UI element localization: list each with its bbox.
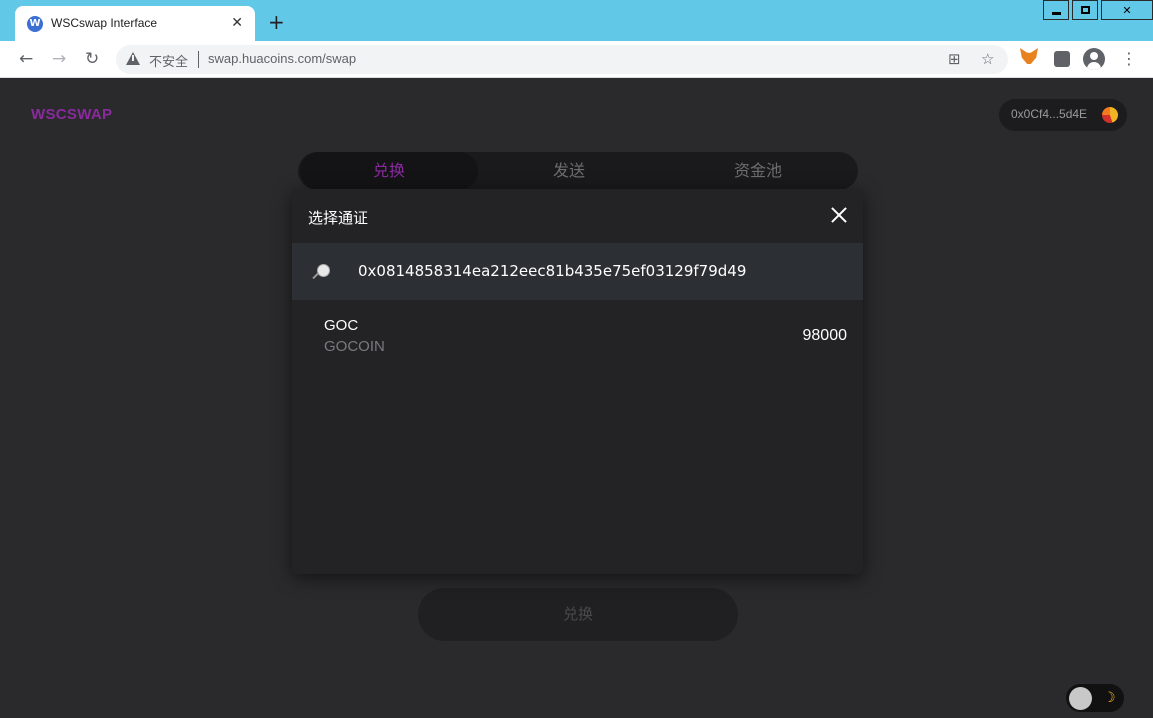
close-icon[interactable] xyxy=(829,205,849,225)
tab-pool[interactable]: 资金池 xyxy=(660,152,856,190)
browser-tab-strip: W WSCswap Interface ✕ + ✕ xyxy=(0,0,1153,41)
token-name: GOCOIN xyxy=(324,338,385,355)
avatar-shape xyxy=(1083,48,1105,70)
close-window-button[interactable]: ✕ xyxy=(1101,0,1153,20)
warning-icon-mark xyxy=(132,55,134,61)
theme-toggle[interactable]: ☽ xyxy=(1066,684,1124,712)
new-tab-button[interactable]: + xyxy=(268,12,285,32)
security-label[interactable]: 不安全 xyxy=(149,51,188,70)
reload-button[interactable]: ↻ xyxy=(85,49,99,69)
forward-button[interactable]: → xyxy=(52,49,66,69)
profile-avatar-icon[interactable] xyxy=(1083,48,1105,70)
minimize-icon xyxy=(1051,11,1061,15)
app-logo[interactable]: WSCSWAP xyxy=(31,106,112,123)
wallet-identicon-icon xyxy=(1102,107,1118,123)
token-search-input[interactable] xyxy=(344,253,844,289)
fox-shape xyxy=(1020,48,1038,64)
tab-title: WSCswap Interface xyxy=(51,16,158,30)
modal-title: 选择通证 xyxy=(308,209,369,227)
window-controls: ✕ xyxy=(1040,0,1153,20)
wallet-button[interactable]: 0x0Cf4...5d4E xyxy=(999,99,1127,131)
translate-icon[interactable]: ⊞ xyxy=(948,50,961,68)
token-balance: 98000 xyxy=(802,327,848,344)
puzzle-shape xyxy=(1054,51,1070,67)
minimize-button[interactable] xyxy=(1043,0,1069,20)
moon-icon: ☽ xyxy=(1103,690,1116,706)
wallet-address: 0x0Cf4...5d4E xyxy=(1011,107,1088,121)
metamask-fox-icon[interactable] xyxy=(1020,48,1038,64)
browser-tab[interactable]: W WSCswap Interface ✕ xyxy=(15,6,255,41)
browser-menu-icon[interactable]: ⋮ xyxy=(1121,49,1137,69)
address-bar[interactable]: 不安全 swap.huacoins.com/swap ⊞ ☆ xyxy=(116,45,1008,74)
url-separator xyxy=(198,51,199,68)
tab-swap[interactable]: 兑换 xyxy=(300,152,478,190)
theme-toggle-knob xyxy=(1069,687,1092,710)
token-list-item[interactable]: GOC GOCOIN 98000 xyxy=(292,313,863,363)
app-viewport: WSCSWAP 0x0Cf4...5d4E 兑换 发送 资金池 兑换 ☽ 选择通… xyxy=(0,78,1153,718)
browser-toolbar: ← → ↻ 不安全 swap.huacoins.com/swap ⊞ ☆ ⋮ xyxy=(0,41,1153,78)
bookmark-star-icon[interactable]: ☆ xyxy=(981,50,994,68)
select-token-modal: 选择通证 GOC GOCOIN 98000 xyxy=(292,189,863,574)
close-window-icon: ✕ xyxy=(1122,3,1132,17)
search-icon xyxy=(317,264,330,277)
swap-button[interactable]: 兑换 xyxy=(418,588,738,641)
token-search-row xyxy=(292,243,863,300)
token-symbol: GOC xyxy=(324,317,359,334)
swap-tabs: 兑换 发送 资金池 xyxy=(298,152,858,190)
maximize-button[interactable] xyxy=(1072,0,1098,20)
maximize-icon xyxy=(1080,6,1090,14)
back-button[interactable]: ← xyxy=(19,49,33,69)
wscswap-favicon-icon: W xyxy=(27,16,43,32)
tab-close-icon[interactable]: ✕ xyxy=(231,15,243,31)
tab-send[interactable]: 发送 xyxy=(480,152,658,190)
url-text[interactable]: swap.huacoins.com/swap xyxy=(208,51,356,66)
extensions-puzzle-icon[interactable] xyxy=(1054,51,1070,67)
